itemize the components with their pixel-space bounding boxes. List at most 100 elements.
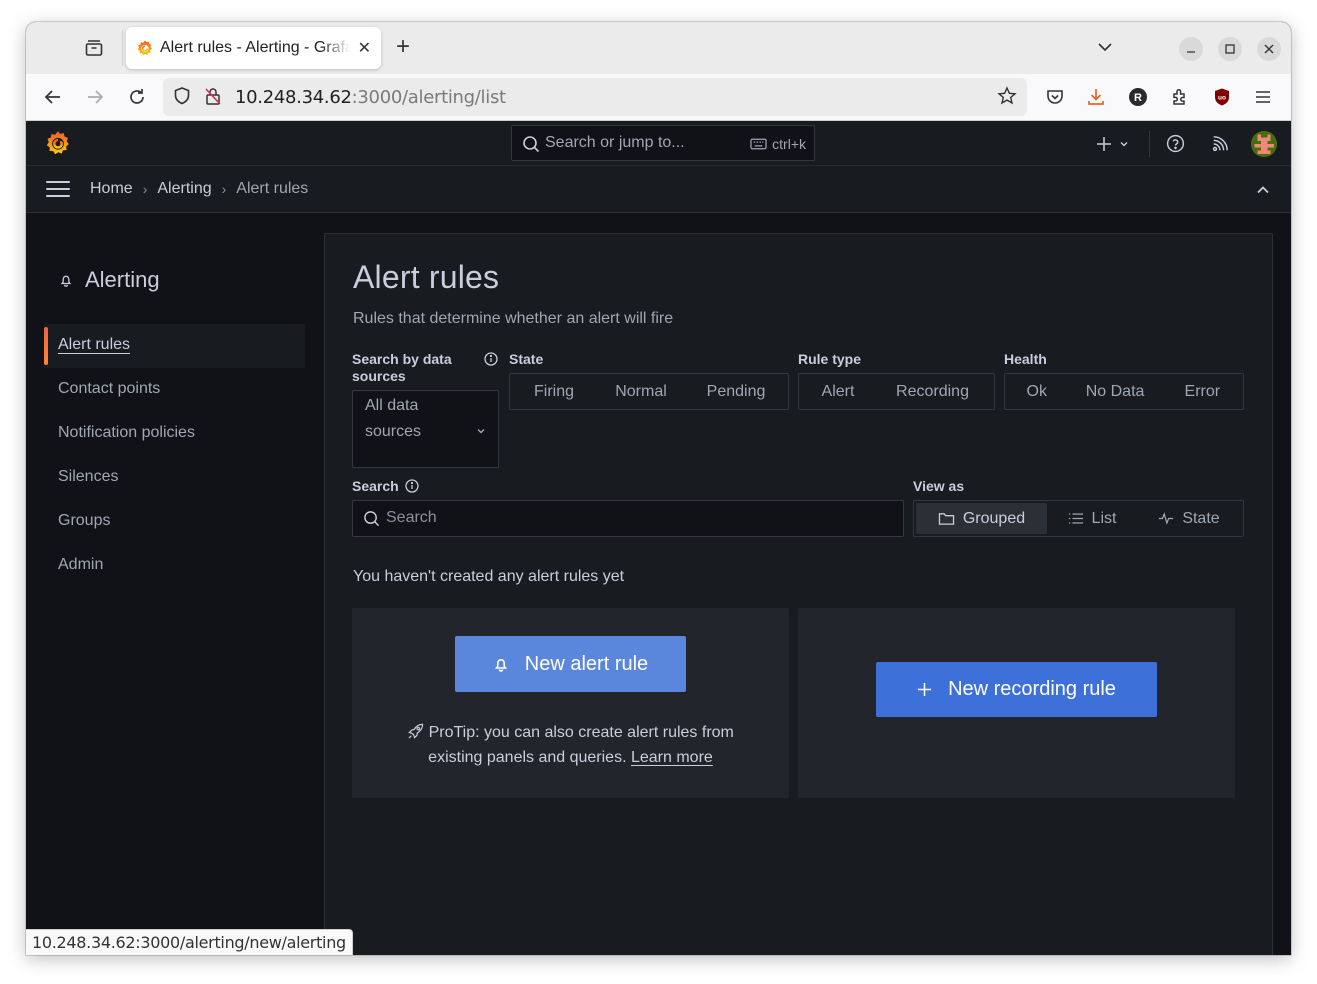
rule-type-option-recording[interactable]: Recording <box>875 376 990 407</box>
url-text[interactable]: 10.248.34.62:3000/alerting/list <box>235 87 506 108</box>
pocket-icon[interactable] <box>1044 86 1066 108</box>
folder-icon <box>938 513 955 525</box>
datasource-value-line1: All data <box>365 397 419 414</box>
maximize-button[interactable] <box>1218 37 1242 61</box>
menu-toggle-button[interactable] <box>46 181 70 199</box>
breadcrumb-home[interactable]: Home <box>90 180 133 198</box>
sidebar-item-groups[interactable]: Groups <box>44 500 305 544</box>
view-as-state-label: State <box>1182 510 1220 527</box>
view-as-list[interactable]: List <box>1047 503 1137 534</box>
list-icon <box>1068 513 1083 524</box>
bell-icon <box>494 659 507 672</box>
chevron-up-icon[interactable] <box>1255 182 1271 198</box>
reload-icon[interactable] <box>126 86 148 108</box>
datasource-filter-label-line2: sources <box>352 368 406 384</box>
rule-type-option-alert[interactable]: Alert <box>801 376 875 407</box>
help-icon <box>1166 134 1185 153</box>
page-title: Alert rules <box>353 259 500 295</box>
view-as-grouped[interactable]: Grouped <box>916 503 1047 534</box>
breadcrumb-current: Alert rules <box>236 180 309 197</box>
breadcrumb-chevron-icon: › <box>142 181 148 197</box>
news-button[interactable] <box>1211 121 1229 166</box>
new-recording-rule-button[interactable]: New recording rule <box>876 662 1157 717</box>
bell-icon <box>59 267 73 293</box>
r-extension-icon[interactable]: R <box>1127 86 1149 108</box>
health-option-error[interactable]: Error <box>1164 376 1241 407</box>
search-label: Search <box>352 478 399 494</box>
grafana-topbar: Search or jump to... ctrl+k <box>26 121 1291 166</box>
download-icon[interactable] <box>1085 86 1107 108</box>
sidebar-item-silences[interactable]: Silences <box>44 456 305 500</box>
forward-arrow-icon[interactable] <box>84 86 106 108</box>
datasource-value-line2: sources <box>365 423 422 440</box>
close-window-button[interactable] <box>1257 37 1281 61</box>
breadcrumb-alerting[interactable]: Alerting <box>157 180 211 198</box>
browser-tab-strip: Alert rules - Alerting - Grafana ✕ + <box>26 22 1291 74</box>
datasource-select[interactable]: All data sources <box>352 390 499 468</box>
view-as-state[interactable]: State <box>1137 503 1241 534</box>
star-icon[interactable] <box>997 86 1017 111</box>
svg-text:R: R <box>1134 92 1142 104</box>
grafana-logo-icon[interactable] <box>44 129 72 157</box>
state-filter-label: State <box>509 351 544 367</box>
insecure-lock-icon[interactable] <box>203 86 223 111</box>
rules-search-input[interactable]: Search <box>352 500 904 537</box>
new-alert-rule-card: New alert rule ProTip: you can also crea… <box>352 608 789 798</box>
hamburger-menu-icon[interactable] <box>1252 86 1274 108</box>
health-option-ok[interactable]: Ok <box>1007 376 1066 407</box>
health-option-no-data[interactable]: No Data <box>1066 376 1163 407</box>
back-arrow-icon[interactable] <box>42 86 64 108</box>
view-as-label: View as <box>913 478 965 494</box>
search-placeholder: Search or jump to... <box>545 134 685 151</box>
search-placeholder: Search <box>386 509 437 526</box>
state-option-firing[interactable]: Firing <box>512 376 596 407</box>
sidebar-item-contact-points[interactable]: Contact points <box>44 368 305 412</box>
new-alert-rule-button[interactable]: New alert rule <box>455 636 686 692</box>
rule-type-filter-group: Alert Recording <box>798 373 995 410</box>
breadcrumb-bar: Home › Alerting › Alert rules <box>26 166 1291 213</box>
url-path: :3000/alerting/list <box>351 87 506 108</box>
protip-line2: existing panels and queries. <box>428 749 627 766</box>
main-content: Alert rules Rules that determine whether… <box>324 233 1273 955</box>
sidebar-item-label: Alert rules <box>58 336 131 353</box>
info-circle-icon[interactable] <box>484 352 498 366</box>
protip-line1: ProTip: you can also create alert rules … <box>428 724 734 741</box>
section-nav-title: Alerting <box>59 267 160 293</box>
topbar-divider <box>1149 131 1150 157</box>
empty-state-message: You haven't created any alert rules yet <box>353 568 625 585</box>
browser-tab-active[interactable]: Alert rules - Alerting - Grafana ✕ <box>126 27 381 69</box>
view-as-list-label: List <box>1091 510 1117 527</box>
sidebar-item-notification-policies[interactable]: Notification policies <box>44 412 305 456</box>
ublock-icon[interactable]: uo <box>1211 86 1233 108</box>
grafana-logo-icon <box>136 39 154 57</box>
new-dropdown-button[interactable] <box>1096 121 1129 166</box>
state-option-normal[interactable]: Normal <box>596 376 686 407</box>
sidebar-item-admin[interactable]: Admin <box>44 544 305 588</box>
new-tab-button[interactable]: + <box>396 35 410 59</box>
heartbeat-icon <box>1159 512 1174 525</box>
sidebar-item-alert-rules[interactable]: Alert rules <box>44 324 305 368</box>
sidebar-item-label: Admin <box>58 556 104 573</box>
url-host: 10.248.34.62 <box>235 87 352 108</box>
browser-navbar: 10.248.34.62:3000/alerting/list R uo <box>26 74 1291 121</box>
chevron-down-icon[interactable] <box>1096 38 1114 56</box>
search-icon <box>522 135 540 153</box>
info-circle-icon[interactable] <box>405 479 419 493</box>
rocket-icon <box>408 723 424 739</box>
learn-more-link[interactable]: Learn more <box>631 749 713 766</box>
tab-list-icon[interactable] <box>84 38 104 58</box>
global-search-input[interactable]: Search or jump to... ctrl+k <box>511 125 815 161</box>
extensions-icon[interactable] <box>1169 86 1191 108</box>
state-option-pending[interactable]: Pending <box>686 376 786 407</box>
minimize-button[interactable] <box>1179 37 1203 61</box>
user-avatar[interactable] <box>1251 131 1277 157</box>
section-nav: Alerting Alert rules Contact points Noti… <box>26 213 324 955</box>
shield-icon[interactable] <box>172 86 192 111</box>
health-filter-label: Health <box>1004 351 1047 367</box>
state-filter-group: Firing Normal Pending <box>509 373 789 410</box>
close-icon[interactable]: ✕ <box>358 38 371 58</box>
new-alert-rule-label: New alert rule <box>524 652 649 675</box>
address-bar[interactable]: 10.248.34.62:3000/alerting/list <box>163 78 1027 116</box>
help-button[interactable] <box>1166 121 1185 166</box>
tab-separator <box>122 30 123 66</box>
